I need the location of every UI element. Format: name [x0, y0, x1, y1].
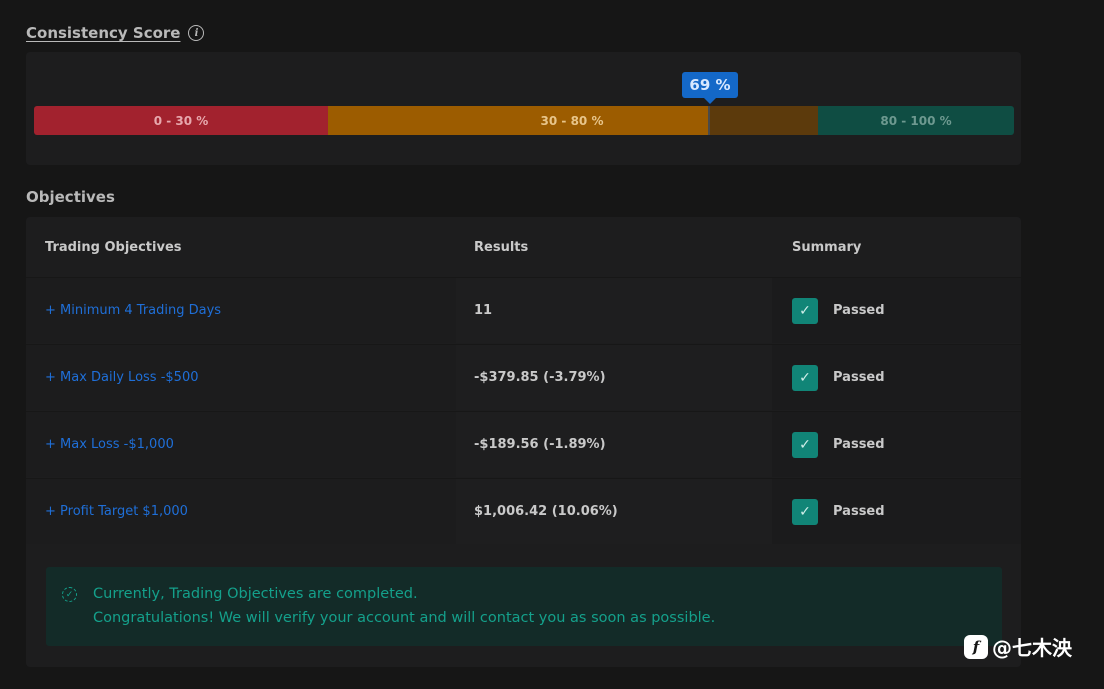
objective-link[interactable]: + Minimum 4 Trading Days [45, 303, 221, 318]
status-label: Passed [833, 437, 885, 452]
column-trading-objectives: Trading Objectives [45, 239, 182, 255]
objective-link[interactable]: + Max Loss -$1,000 [45, 437, 174, 452]
notice-line-1: Currently, Trading Objectives are comple… [93, 586, 418, 602]
badge-check-icon: ✓ [62, 587, 77, 602]
check-icon: ✓ [792, 498, 818, 525]
social-logo-icon: f [964, 634, 988, 659]
segment-high: 80 - 100 % [818, 106, 1014, 135]
column-results: Results [474, 239, 529, 255]
objective-link[interactable]: + Max Daily Loss -$500 [45, 370, 198, 385]
check-icon: ✓ [792, 431, 818, 458]
segment-high-label: 80 - 100 % [880, 113, 952, 128]
check-icon: ✓ [792, 364, 818, 391]
consistency-score-card: 69 % 0 - 30 % 30 - 80 % 80 - 100 % [26, 52, 1021, 165]
objectives-card: Trading Objectives Results Summary + Min… [26, 217, 1021, 667]
watermark-text: @七木泱 [992, 636, 1072, 660]
status-label: Passed [833, 370, 885, 385]
table-row: + Minimum 4 Trading Days 11 ✓ Passed [26, 277, 1021, 343]
completion-notice: ✓ Currently, Trading Objectives are comp… [46, 567, 1002, 646]
segment-low-label: 0 - 30 % [153, 113, 209, 128]
column-summary: Summary [792, 239, 862, 255]
objective-link[interactable]: + Profit Target $1,000 [45, 504, 188, 519]
info-icon[interactable]: i [188, 25, 205, 41]
result-value: $1,006.42 (10.06%) [474, 504, 618, 519]
segment-mid-label: 30 - 80 % [540, 113, 604, 128]
score-bar: 0 - 30 % 30 - 80 % 80 - 100 % [34, 106, 1014, 135]
segment-mid-fill [328, 106, 708, 135]
result-value: -$379.85 (-3.79%) [474, 370, 606, 385]
table-header: Trading Objectives Results Summary [26, 217, 1021, 277]
segment-low: 0 - 30 % [34, 106, 328, 135]
table-row: + Profit Target $1,000 $1,006.42 (10.06%… [26, 478, 1021, 544]
status-label: Passed [833, 504, 885, 519]
score-marker: 69 % [682, 72, 738, 104]
result-value: -$189.56 (-1.89%) [474, 437, 606, 452]
notice-line-2: Congratulations! We will verify your acc… [93, 610, 716, 626]
consistency-score-label[interactable]: Consistency Score [26, 24, 180, 42]
watermark: f @七木泱 [964, 632, 1072, 661]
status-label: Passed [833, 303, 885, 318]
score-indicator-line [708, 106, 710, 135]
page: Consistency Score i 69 % 0 - 30 % 30 - 8… [0, 0, 1104, 689]
result-value: 11 [474, 303, 493, 318]
consistency-score-title: Consistency Score i [26, 24, 205, 42]
table-row: + Max Daily Loss -$500 -$379.85 (-3.79%)… [26, 344, 1021, 410]
check-icon: ✓ [792, 297, 818, 324]
table-row: + Max Loss -$1,000 -$189.56 (-1.89%) ✓ P… [26, 411, 1021, 477]
segment-mid: 30 - 80 % [328, 106, 818, 135]
objectives-title: Objectives [26, 188, 115, 206]
